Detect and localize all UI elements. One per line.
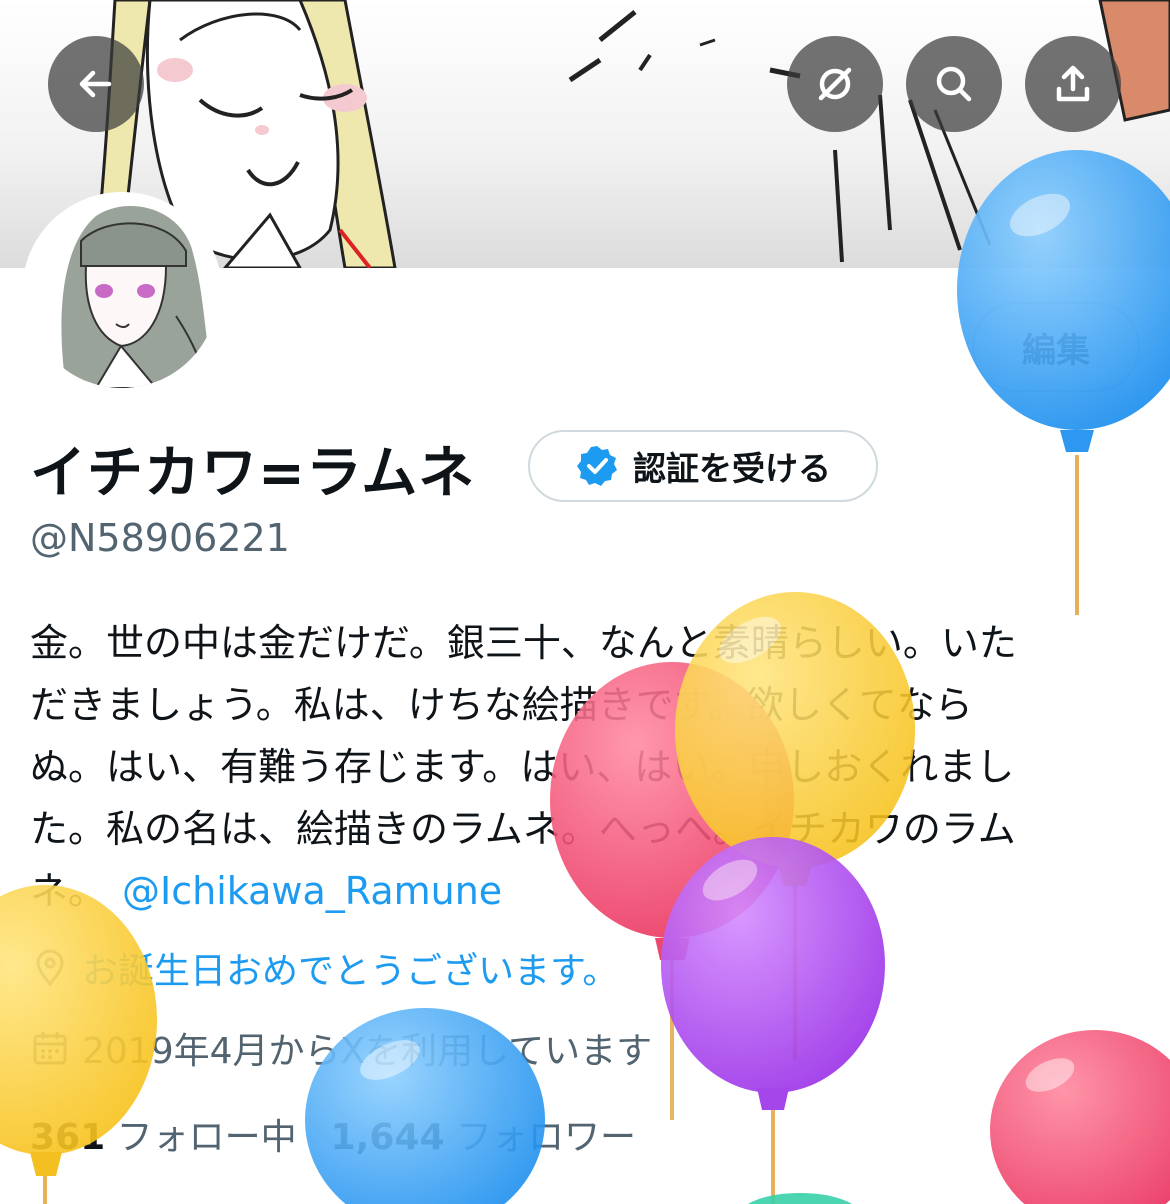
location-pin-icon <box>36 949 64 987</box>
get-verified-button[interactable]: 認証を受ける <box>528 430 878 502</box>
bio-line: 金。世の中は金だけだ。銀三十、なんと素晴らしい。いた <box>30 621 1017 665</box>
follow-stats: 361 フォロー中 1,644 フォロワー <box>30 1108 636 1160</box>
joined-row: 2019年4月からXを利用しています <box>30 1022 652 1074</box>
profile-bio: 金。世の中は金だけだ。銀三十、なんと素晴らしい。いた だきましょう。私は、けちな… <box>30 612 1140 922</box>
search-button[interactable] <box>906 36 1002 132</box>
edit-profile-button[interactable]: 編集 <box>972 302 1140 392</box>
get-verified-label: 認証を受ける <box>633 449 831 488</box>
balloon-teal-bottom <box>748 1193 852 1204</box>
bio-line: だきましょう。私は、けちな絵描きです。欲しくてなら <box>30 683 973 727</box>
share-button[interactable] <box>1025 36 1121 132</box>
followers-link[interactable]: 1,644 フォロワー <box>331 1117 636 1158</box>
profile-avatar[interactable] <box>26 196 218 388</box>
profile-handle: @N58906221 <box>30 516 290 560</box>
avatar-illustration <box>26 196 218 388</box>
following-link[interactable]: 361 フォロー中 <box>30 1117 297 1158</box>
balloon-red-bottom <box>990 1030 1170 1204</box>
back-button[interactable] <box>48 36 144 132</box>
arrow-left-icon <box>79 70 112 98</box>
bio-line: ぬ。はい、有難う存じます。はい、はい。申しおくれまし <box>30 745 1015 789</box>
followers-label: フォロワー <box>455 1117 636 1158</box>
notifications-off-icon <box>818 67 852 101</box>
joined-text: 2019年4月からXを利用しています <box>82 1031 653 1072</box>
calendar-icon <box>33 1032 67 1065</box>
following-count: 361 <box>30 1117 106 1158</box>
bio-line-last: ネ。 @Ichikawa_Ramune <box>30 860 1140 922</box>
bio-line-text: ネ。 <box>30 869 107 913</box>
followers-count: 1,644 <box>330 1117 445 1158</box>
display-name: イチカワ=ラムネ <box>30 441 476 506</box>
verified-badge-icon <box>577 446 617 486</box>
birthday-row: お誕生日おめでとうございます。 <box>30 942 618 994</box>
bio-mention-link[interactable]: @Ichikawa_Ramune <box>122 869 502 913</box>
birthday-text: お誕生日おめでとうございます。 <box>82 951 619 992</box>
mute-notifications-button[interactable] <box>787 36 883 132</box>
bio-line: た。私の名は、絵描きのラムネ。へっへ。イチカワのラム <box>30 807 1016 851</box>
share-icon <box>1056 65 1090 102</box>
search-icon <box>936 66 972 102</box>
following-label: フォロー中 <box>116 1117 297 1158</box>
